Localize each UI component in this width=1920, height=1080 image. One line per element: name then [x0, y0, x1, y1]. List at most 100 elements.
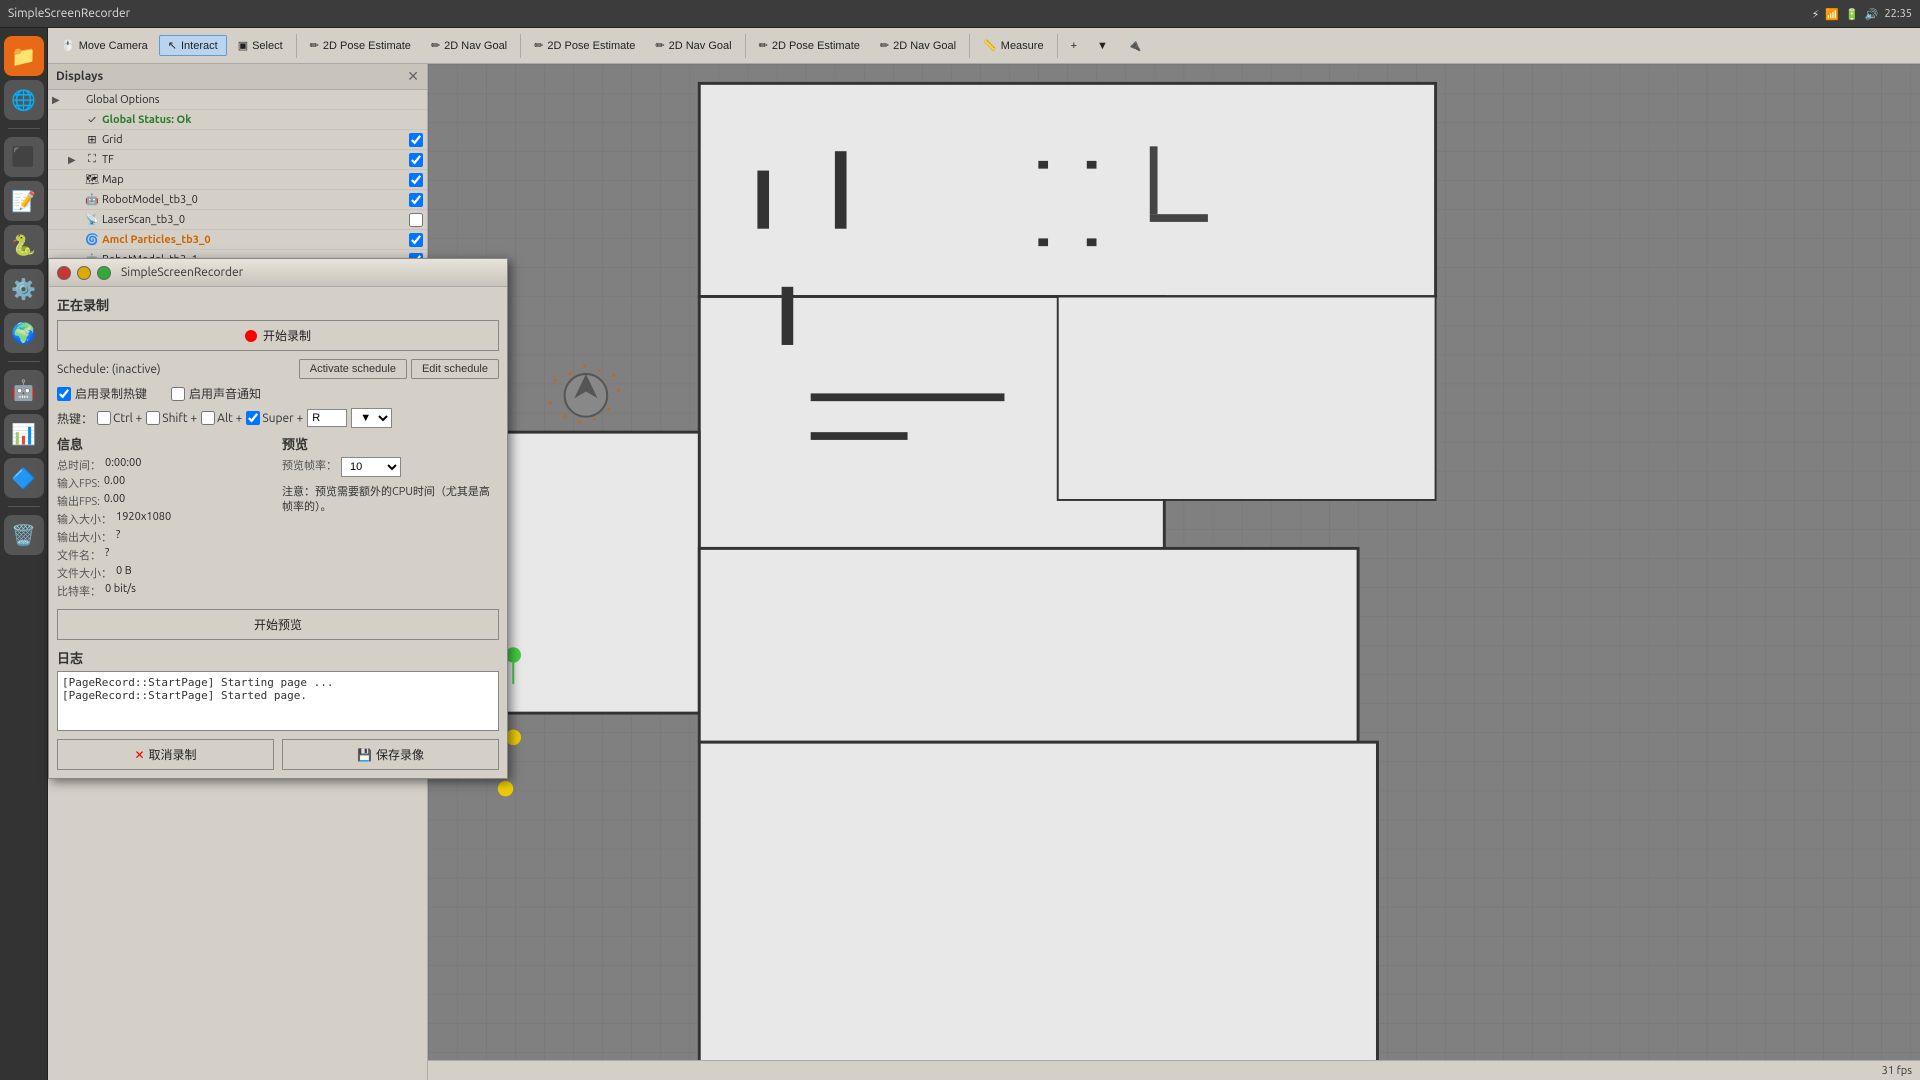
select-icon: ▣ [238, 39, 248, 52]
total-time-row: 总时间： 0:00:00 [57, 457, 274, 473]
tree-label: Global Status: Ok [102, 114, 423, 126]
pose-estimate-btn-1[interactable]: ✏ 2D Pose Estimate [301, 35, 420, 56]
start-preview-btn[interactable]: 开始预览 [57, 609, 499, 640]
edit-schedule-btn[interactable]: Edit schedule [411, 359, 499, 379]
map-area[interactable] [428, 64, 1920, 1060]
nav-goal-icon-3: ✏ [880, 39, 889, 52]
amcl-0-checkbox[interactable] [409, 233, 423, 247]
info-preview-grid: 信息 总时间： 0:00:00 输入FPS: 0.00 输出FPS: 0.00 … [57, 434, 499, 601]
list-item[interactable]: 🗺 Map [48, 170, 427, 190]
save-record-btn[interactable]: 💾 保存录像 [282, 739, 499, 770]
nav-goal-btn-3[interactable]: ✏ 2D Nav Goal [871, 35, 965, 56]
status-icon: ✓ [84, 114, 100, 126]
shift-check[interactable]: Shift + [146, 411, 197, 425]
wifi-icon: 📶 [1825, 8, 1839, 21]
alt-check[interactable]: Alt + [201, 411, 242, 425]
dock-trash-icon[interactable]: 🗑️ [4, 515, 44, 555]
dock-settings-icon[interactable]: ⚙️ [4, 269, 44, 309]
schedule-label: Schedule: (inactive) [57, 363, 161, 376]
enable-audio-checkbox[interactable] [171, 387, 185, 401]
expand-icon[interactable]: ▶ [52, 94, 68, 106]
dock-vscode-icon[interactable]: 📝 [4, 181, 44, 221]
map-checkbox[interactable] [409, 173, 423, 187]
laser-0-checkbox[interactable] [409, 213, 423, 227]
ctrl-check[interactable]: Ctrl + [97, 411, 142, 425]
tree-label: Map [102, 174, 409, 186]
tree-label: Amcl Particles_tb3_0 [102, 234, 409, 246]
dock-firefox-icon[interactable]: 🌐 [4, 80, 44, 120]
input-size-label: 输入大小： [57, 511, 112, 527]
cancel-icon: ✕ [134, 748, 144, 762]
tree-label: Grid [102, 134, 409, 146]
super-check[interactable]: Super + [246, 411, 303, 425]
pose-estimate-icon-2: ✏ [534, 39, 543, 52]
camera-type-btn[interactable]: + [1062, 36, 1086, 56]
start-record-btn[interactable]: 开始录制 [57, 320, 499, 351]
plugin-btn[interactable]: 🔌 [1119, 35, 1151, 56]
bottom-buttons: ✕ 取消录制 💾 保存录像 [57, 739, 499, 770]
ssr-maximize-btn[interactable] [97, 266, 111, 280]
volume-icon: 🔊 [1865, 8, 1879, 21]
dock-robot-icon[interactable]: 🤖 [4, 370, 44, 410]
cancel-label: 取消录制 [149, 746, 197, 763]
ctrl-checkbox[interactable] [97, 411, 111, 425]
tf-checkbox[interactable] [409, 153, 423, 167]
output-fps-label: 输出FPS: [57, 493, 100, 509]
tree-label: Global Options [86, 94, 423, 106]
title-bar: SimpleScreenRecorder ⚡ 📶 🔋 🔊 22:35 [0, 0, 1920, 28]
super-checkbox[interactable] [246, 411, 260, 425]
ssr-close-btn[interactable] [57, 266, 71, 280]
nav-goal-btn-1[interactable]: ✏ 2D Nav Goal [422, 35, 516, 56]
alt-checkbox[interactable] [201, 411, 215, 425]
preview-fps-select[interactable]: 10 15 30 [341, 457, 401, 477]
list-item[interactable]: 🤖 RobotModel_tb3_0 [48, 190, 427, 210]
input-fps-label: 输入FPS: [57, 475, 100, 491]
list-item[interactable]: 🌀 Amcl Particles_tb3_0 [48, 230, 427, 250]
input-size-row: 输入大小： 1920x1080 [57, 511, 274, 527]
shift-checkbox[interactable] [146, 411, 160, 425]
expand-icon[interactable]: ▶ [68, 154, 84, 166]
nav-goal-btn-2[interactable]: ✏ 2D Nav Goal [646, 35, 740, 56]
dock-files-icon[interactable]: 📁 [4, 36, 44, 76]
list-item[interactable]: ✓ Global Status: Ok [48, 110, 427, 130]
list-item[interactable]: ⊞ Grid [48, 130, 427, 150]
select-btn[interactable]: ▣ Select [229, 35, 292, 56]
list-item[interactable]: 📡 LaserScan_tb3_0 [48, 210, 427, 230]
laser-icon-0: 📡 [84, 213, 100, 226]
dock-viz-icon[interactable]: 📊 [4, 414, 44, 454]
dock-terminal-icon[interactable]: ⬛ [4, 137, 44, 177]
view-btn[interactable]: ▼ [1088, 36, 1117, 56]
audio-notify-label[interactable]: 启用声音通知 [171, 385, 261, 402]
grid-checkbox[interactable] [409, 133, 423, 147]
pose-estimate-btn-2[interactable]: ✏ 2D Pose Estimate [525, 35, 644, 56]
robot-0-checkbox[interactable] [409, 193, 423, 207]
hotkey-key-input[interactable] [307, 409, 347, 427]
toolbar-sep-1 [296, 34, 297, 58]
save-icon: 💾 [357, 748, 372, 762]
dock-3d-icon[interactable]: 🔷 [4, 458, 44, 498]
panel-header: Displays ✕ [48, 64, 427, 90]
floor-plan-svg [428, 64, 1920, 1060]
dock-python-icon[interactable]: 🐍 [4, 225, 44, 265]
log-line-2: [PageRecord::StartPage] Started page. [62, 689, 494, 702]
hotkey-modifier-select[interactable]: ▼ [351, 408, 392, 428]
ssr-minimize-btn[interactable] [77, 266, 91, 280]
measure-btn[interactable]: 📏 Measure [974, 35, 1053, 56]
clock: 22:35 [1884, 8, 1912, 20]
panel-title: Displays [56, 70, 103, 83]
hotkey-label[interactable]: 启用录制热键 [57, 385, 147, 402]
list-item[interactable]: ▶ ⛶ TF [48, 150, 427, 170]
enable-hotkey-checkbox[interactable] [57, 387, 71, 401]
cancel-record-btn[interactable]: ✕ 取消录制 [57, 739, 274, 770]
hotkey-area: 热键： Ctrl + Shift + Alt + Super + ▼ [57, 408, 499, 428]
hotkey-prefix-label: 热键： [57, 410, 93, 427]
list-item[interactable]: ▶ Global Options [48, 90, 427, 110]
dock-network-icon[interactable]: 🌍 [4, 313, 44, 353]
dock-divider-3 [8, 506, 40, 507]
interact-btn[interactable]: ↖ Interact [159, 35, 227, 56]
pose-estimate-btn-3[interactable]: ✏ 2D Pose Estimate [750, 35, 869, 56]
input-size-value: 1920x1080 [116, 511, 171, 527]
move-camera-btn[interactable]: 🖱️ Move Camera [52, 35, 157, 56]
panel-close-btn[interactable]: ✕ [407, 68, 419, 85]
activate-schedule-btn[interactable]: Activate schedule [299, 359, 407, 379]
